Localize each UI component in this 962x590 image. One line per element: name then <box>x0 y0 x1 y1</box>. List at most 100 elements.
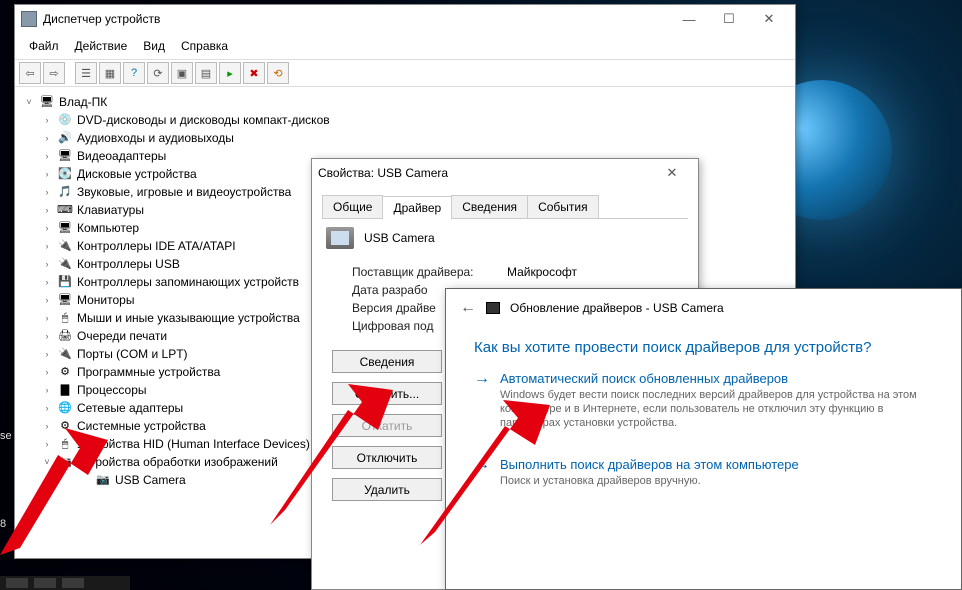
taskbar-fragment[interactable] <box>0 576 130 590</box>
tab-driver[interactable]: Драйвер <box>382 196 452 219</box>
expand-icon[interactable]: › <box>41 111 53 129</box>
tree-label: Системные устройства <box>77 417 206 435</box>
update-driver-button[interactable]: Обновить... <box>332 382 442 405</box>
expand-icon[interactable]: › <box>41 291 53 309</box>
tab-details[interactable]: Сведения <box>451 195 528 218</box>
expand-icon[interactable]: › <box>41 435 53 453</box>
tree-label: Аудиовходы и аудиовыходы <box>77 129 234 147</box>
expand-icon[interactable]: › <box>41 255 53 273</box>
taskbar-item[interactable] <box>34 578 56 588</box>
expand-icon[interactable]: › <box>41 201 53 219</box>
tree-label: USB Camera <box>115 471 186 489</box>
expand-icon[interactable]: › <box>41 417 53 435</box>
category-icon: 🔌 <box>57 256 73 272</box>
expand-icon[interactable]: › <box>41 399 53 417</box>
disable-button[interactable]: ✖ <box>243 62 265 84</box>
update-driver-button[interactable]: ▣ <box>171 62 193 84</box>
camera-icon <box>326 227 354 249</box>
expand-icon[interactable]: › <box>41 381 53 399</box>
disable-device-button[interactable]: Отключить <box>332 446 442 469</box>
category-icon: 💿 <box>57 112 73 128</box>
computer-icon: 🖥 <box>39 94 55 110</box>
category-icon: 🖥 <box>57 220 73 236</box>
tab-general[interactable]: Общие <box>322 195 383 218</box>
taskbar-item[interactable] <box>62 578 84 588</box>
tree-label: Видеоадаптеры <box>77 147 166 165</box>
enable-button[interactable]: ▸ <box>219 62 241 84</box>
expand-icon[interactable]: › <box>41 129 53 147</box>
menu-file[interactable]: Файл <box>23 37 65 55</box>
category-icon: 🌐 <box>57 400 73 416</box>
minimize-button[interactable]: — <box>669 7 709 31</box>
back-arrow-icon[interactable]: ← <box>460 299 476 317</box>
menubar: Файл Действие Вид Справка <box>15 33 795 59</box>
tree-label: Мыши и иные указывающие устройства <box>77 309 300 327</box>
taskbar-item[interactable] <box>6 578 28 588</box>
scan-button[interactable]: ⟳ <box>147 62 169 84</box>
wizard-question: Как вы хотите провести поиск драйверов д… <box>446 327 961 360</box>
back-button[interactable]: ⇦ <box>19 62 41 84</box>
tree-label: Сетевые адаптеры <box>77 399 183 417</box>
refresh-button[interactable]: ⟲ <box>267 62 289 84</box>
expand-icon[interactable]: › <box>41 327 53 345</box>
uninstall-button[interactable]: Удалить <box>332 478 442 501</box>
titlebar[interactable]: Диспетчер устройств — ☐ ✕ <box>15 5 795 33</box>
titlebar[interactable]: Свойства: USB Camera ✕ <box>312 159 698 187</box>
expand-icon[interactable]: › <box>41 345 53 363</box>
category-icon: 🎵 <box>57 184 73 200</box>
properties-button[interactable]: ▦ <box>99 62 121 84</box>
option-browse-computer[interactable]: → Выполнить поиск драйверов на этом комп… <box>446 446 961 490</box>
tree-category[interactable]: ›🔊Аудиовходы и аудиовыходы <box>23 129 787 147</box>
window-title: Диспетчер устройств <box>43 12 160 26</box>
category-icon: ⌨ <box>57 202 73 218</box>
collapse-icon[interactable]: ˅ <box>23 93 35 111</box>
tree-label: Контроллеры IDE ATA/ATAPI <box>77 237 236 255</box>
tabstrip: Общие Драйвер Сведения События <box>322 195 688 219</box>
expand-icon[interactable]: › <box>41 237 53 255</box>
category-icon: ⚙ <box>57 418 73 434</box>
expand-icon[interactable]: › <box>41 219 53 237</box>
details-button[interactable]: Сведения <box>332 350 442 373</box>
expand-icon[interactable]: › <box>41 165 53 183</box>
computer-icon <box>21 11 37 27</box>
expand-icon[interactable]: › <box>41 273 53 291</box>
tree-root[interactable]: ˅ 🖥 Влад-ПК <box>23 93 787 111</box>
forward-button[interactable]: ⇨ <box>43 62 65 84</box>
camera-icon: 📷 <box>95 472 111 488</box>
desktop-text-fragment: se 8 <box>0 430 12 530</box>
expand-icon[interactable]: › <box>41 363 53 381</box>
rollback-button[interactable]: Откатить <box>332 414 442 437</box>
expand-icon[interactable]: › <box>41 309 53 327</box>
show-hidden-button[interactable]: ☰ <box>75 62 97 84</box>
category-icon: 🔌 <box>57 238 73 254</box>
tree-label: DVD-дисководы и дисководы компакт-дисков <box>77 111 330 129</box>
category-icon: 📷 <box>57 454 73 470</box>
category-icon: 🖥 <box>57 148 73 164</box>
tab-events[interactable]: События <box>527 195 599 218</box>
close-button[interactable]: ✕ <box>652 161 692 185</box>
category-icon: 🖥 <box>57 292 73 308</box>
value-provider: Майкрософт <box>507 265 577 279</box>
tree-label: Программные устройства <box>77 363 220 381</box>
uninstall-button[interactable]: ▤ <box>195 62 217 84</box>
maximize-button[interactable]: ☐ <box>709 7 749 31</box>
category-icon: 🖱 <box>57 310 73 326</box>
option-auto-search[interactable]: → Автоматический поиск обновленных драйв… <box>446 360 961 432</box>
category-icon: 🖱 <box>57 436 73 452</box>
tree-label: Дисковые устройства <box>77 165 197 183</box>
close-button[interactable]: ✕ <box>749 7 789 31</box>
menu-view[interactable]: Вид <box>137 37 171 55</box>
tree-label: Мониторы <box>77 291 134 309</box>
expand-icon[interactable]: ˅ <box>41 453 53 471</box>
expand-icon[interactable]: › <box>41 183 53 201</box>
category-icon: 💾 <box>57 274 73 290</box>
help-button[interactable]: ? <box>123 62 145 84</box>
menu-help[interactable]: Справка <box>175 37 234 55</box>
menu-action[interactable]: Действие <box>69 37 134 55</box>
tree-category[interactable]: ›💿DVD-дисководы и дисководы компакт-диск… <box>23 111 787 129</box>
arrow-right-icon: → <box>474 370 490 430</box>
expand-icon[interactable]: › <box>41 147 53 165</box>
update-driver-wizard: ← Обновление драйверов - USB Camera Как … <box>445 288 962 590</box>
tree-label: Устройства обработки изображений <box>77 453 278 471</box>
category-icon: ⚙ <box>57 364 73 380</box>
